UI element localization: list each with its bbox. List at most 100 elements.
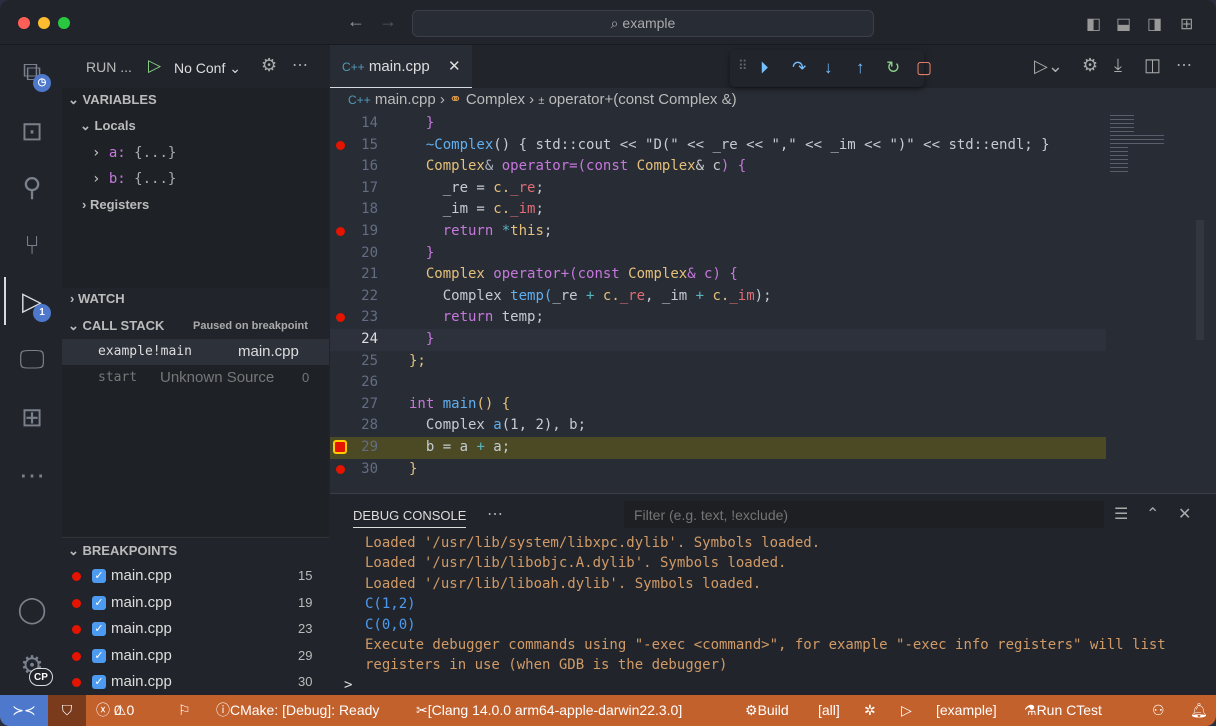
start-debug-play-icon[interactable]: ▷ bbox=[148, 56, 161, 76]
breakpoint-item[interactable]: ✓ main.cpp 15 bbox=[62, 563, 329, 589]
code-line[interactable]: 24 } bbox=[330, 329, 1106, 351]
more-icon[interactable]: ⋯ bbox=[16, 459, 48, 491]
more-actions-icon[interactable]: ⋯ bbox=[1176, 55, 1192, 75]
maximize-panel-icon[interactable]: ⌃ bbox=[1146, 504, 1159, 524]
continue-icon[interactable]: ⏵ bbox=[760, 58, 769, 78]
registers-scope[interactable]: › Registers bbox=[62, 192, 329, 218]
code-line[interactable]: 28 Complex a(1, 2), b; bbox=[330, 415, 1106, 437]
breakpoint-item[interactable]: ✓ main.cpp 23 bbox=[62, 616, 329, 642]
code-line[interactable]: 25}; bbox=[330, 351, 1106, 373]
config-select[interactable]: No Conf ⌄ bbox=[174, 60, 241, 77]
breakpoint-icon[interactable] bbox=[336, 464, 345, 474]
minimap[interactable] bbox=[1110, 115, 1164, 175]
customize-layout-icon[interactable]: ⊞ bbox=[1180, 14, 1193, 34]
close-tab-icon[interactable]: ✕ bbox=[448, 45, 461, 88]
editor-scrollbar[interactable] bbox=[1196, 220, 1204, 340]
remote-window-icon[interactable]: 🖵 bbox=[16, 343, 48, 375]
tab-debug-console[interactable]: DEBUG CONSOLE bbox=[353, 508, 467, 528]
shield-icon[interactable]: ⛉ bbox=[48, 695, 86, 726]
code-line[interactable]: 23 return temp; bbox=[330, 307, 1106, 329]
code-line[interactable]: 20 } bbox=[330, 243, 1106, 265]
clear-console-icon[interactable]: ☰ bbox=[1114, 504, 1128, 524]
code-line[interactable]: 21 Complex operator+(const Complex& c) { bbox=[330, 264, 1106, 286]
code-line[interactable]: 18 _im = c._im; bbox=[330, 199, 1106, 221]
stop-icon[interactable]: ▢ bbox=[916, 58, 932, 78]
build-target[interactable]: [all] bbox=[818, 695, 840, 726]
console-filter-input[interactable] bbox=[624, 501, 1104, 528]
problems-indicator[interactable]: ⓧ 0 ⚠ 0 bbox=[96, 695, 134, 726]
breakpoint-item[interactable]: ✓ main.cpp 29 bbox=[62, 643, 329, 669]
breakpoint-icon[interactable] bbox=[336, 227, 345, 236]
run-icon[interactable]: ▷ bbox=[901, 695, 912, 726]
cmake-build[interactable]: ⚙ Build bbox=[745, 695, 789, 726]
command-center-search[interactable]: ⌕ example bbox=[412, 10, 874, 37]
run-debug-dropdown-icon[interactable]: ▷⌄ bbox=[1034, 56, 1063, 77]
download-icon[interactable]: ⤓ bbox=[1114, 55, 1122, 76]
run-ctest[interactable]: ⚗ Run CTest bbox=[1024, 695, 1102, 726]
breadcrumb-file[interactable]: main.cpp bbox=[375, 91, 436, 108]
breakpoint-icon[interactable] bbox=[336, 140, 345, 150]
step-out-icon[interactable]: ↑ bbox=[856, 58, 865, 78]
breadcrumb-symbol[interactable]: operator+(const Complex &) bbox=[549, 91, 737, 108]
cmake-status[interactable]: ⓘ CMake: [Debug]: Ready bbox=[216, 695, 379, 726]
tab-main-cpp[interactable]: C++ main.cpp ✕ bbox=[330, 45, 472, 88]
breakpoints-section-header[interactable]: ⌄ BREAKPOINTS bbox=[62, 537, 329, 563]
toggle-sidebar-icon[interactable]: ◧ bbox=[1086, 14, 1101, 34]
step-into-icon[interactable]: ↓ bbox=[824, 58, 833, 78]
forward-arrow-icon[interactable]: → bbox=[379, 11, 397, 32]
locals-scope[interactable]: ⌄ Locals bbox=[62, 113, 329, 139]
code-line[interactable]: 14 } bbox=[330, 113, 1106, 135]
source-control-icon[interactable]: ⑂ bbox=[16, 229, 48, 261]
maximize-window-button[interactable] bbox=[58, 17, 70, 29]
variable-b[interactable]: › b: {...} bbox=[62, 166, 329, 192]
breakpoint-item[interactable]: ✓ main.cpp 30 bbox=[62, 669, 329, 695]
cmake-kit[interactable]: ✂ [Clang 14.0.0 arm64-apple-darwin22.3.0… bbox=[416, 695, 682, 726]
console-input[interactable]: > bbox=[344, 677, 352, 693]
code-line[interactable]: 29 b = a + a; bbox=[330, 437, 1106, 459]
breakpoint-checkbox[interactable]: ✓ bbox=[92, 648, 106, 663]
search-icon[interactable]: ⚲ bbox=[16, 171, 48, 203]
gear-icon[interactable]: ⚙ bbox=[1082, 55, 1098, 76]
breakpoint-item[interactable]: ✓ main.cpp 19 bbox=[62, 590, 329, 616]
debug-icon[interactable]: ✲ bbox=[864, 695, 876, 726]
breakpoint-checkbox[interactable]: ✓ bbox=[92, 622, 106, 636]
restart-icon[interactable]: ↻ bbox=[886, 58, 900, 78]
close-panel-icon[interactable]: ✕ bbox=[1178, 504, 1191, 524]
breakpoint-checkbox[interactable]: ✓ bbox=[92, 595, 106, 610]
watch-section-header[interactable]: › WATCH bbox=[62, 286, 329, 312]
toggle-panel-icon[interactable]: ⬓ bbox=[1116, 14, 1131, 34]
step-over-icon[interactable]: ↷ bbox=[792, 58, 806, 78]
call-stack-section-header[interactable]: ⌄ CALL STACK Paused on breakpoint bbox=[62, 313, 329, 339]
code-line[interactable]: 30} bbox=[330, 459, 1106, 481]
variables-section-header[interactable]: ⌄ VARIABLES bbox=[62, 87, 329, 113]
code-line[interactable]: 17 _re = c._re; bbox=[330, 178, 1106, 200]
code-line[interactable]: 26 bbox=[330, 372, 1106, 394]
breakpoint-checkbox[interactable]: ✓ bbox=[92, 569, 106, 583]
code-line[interactable]: 19 return *this; bbox=[330, 221, 1106, 243]
code-line[interactable]: 22 Complex temp(_re + c._re, _im + c._im… bbox=[330, 286, 1106, 308]
more-actions-icon[interactable]: ⋯ bbox=[292, 55, 308, 75]
account-icon[interactable]: ◯ bbox=[16, 593, 48, 625]
breakpoint-checkbox[interactable]: ✓ bbox=[92, 675, 106, 689]
code-line[interactable]: 27 int main() { bbox=[330, 394, 1106, 416]
code-line[interactable]: 15 ~Complex() { std::cout << "D(" << _re… bbox=[330, 135, 1106, 157]
debug-launch-icon[interactable]: ⚐ bbox=[178, 695, 191, 726]
extensions-icon[interactable]: ⊞ bbox=[16, 401, 48, 433]
notifications-bell-icon[interactable]: 🔔︎ bbox=[1190, 695, 1208, 726]
code-line[interactable]: 16 Complex& operator=(const Complex& c) … bbox=[330, 156, 1106, 178]
remote-indicator-icon[interactable]: ≻≺ bbox=[0, 695, 48, 726]
remote-explorer-icon[interactable]: ⊡ bbox=[16, 115, 48, 147]
gear-icon[interactable]: ⚙ bbox=[261, 55, 277, 76]
live-share-icon[interactable]: ⚇ bbox=[1152, 695, 1165, 726]
breadcrumb-class[interactable]: Complex bbox=[466, 91, 525, 108]
toggle-secondary-sidebar-icon[interactable]: ◨ bbox=[1147, 14, 1162, 34]
back-arrow-icon[interactable]: ← bbox=[347, 11, 365, 32]
split-editor-icon[interactable]: ◫ bbox=[1144, 55, 1161, 76]
stack-frame[interactable]: start Unknown Source 0 bbox=[62, 365, 329, 391]
more-actions-icon[interactable]: ⋯ bbox=[487, 504, 503, 524]
breakpoint-icon[interactable] bbox=[336, 313, 345, 323]
drag-handle-icon[interactable]: ⠿ bbox=[738, 58, 748, 74]
close-window-button[interactable] bbox=[18, 17, 30, 29]
minimize-window-button[interactable] bbox=[38, 17, 50, 29]
stack-frame[interactable]: example!main main.cpp bbox=[62, 339, 329, 365]
